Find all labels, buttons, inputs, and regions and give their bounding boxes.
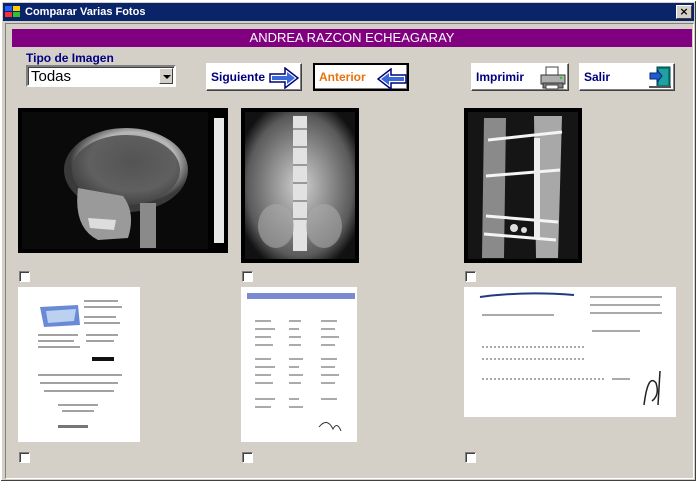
close-button[interactable]: × [676, 5, 692, 19]
title-bar[interactable]: Comparar Varias Fotos × [3, 3, 694, 21]
exit-button-label: Salir [584, 70, 611, 84]
photo-checkbox[interactable] [465, 452, 476, 463]
arrow-right-icon [269, 66, 300, 92]
print-button-label: Imprimir [476, 70, 525, 84]
image-type-value: Todas [31, 68, 72, 85]
exit-door-icon [648, 65, 672, 92]
next-button-label: Siguiente [211, 70, 266, 84]
chevron-down-icon[interactable] [159, 68, 173, 84]
photo-checkbox[interactable] [242, 271, 253, 282]
photo-document-lab-report[interactable] [18, 287, 140, 442]
photo-xray-leg-fixation[interactable] [464, 108, 582, 263]
photo-checkbox[interactable] [242, 452, 253, 463]
photo-xray-skull[interactable] [18, 108, 228, 253]
compare-photos-window: Comparar Varias Fotos × ANDREA RAZCON EC… [0, 0, 697, 482]
photo-checkbox[interactable] [465, 271, 476, 282]
image-type-select[interactable]: Todas [26, 65, 176, 87]
next-button[interactable]: Siguiente [206, 63, 302, 91]
previous-button-label: Anterior [319, 70, 366, 84]
printer-icon [540, 66, 566, 93]
image-type-label: Tipo de Imagen [26, 51, 114, 65]
photo-xray-spine[interactable] [241, 108, 359, 263]
arrow-left-icon [376, 67, 407, 93]
patient-name-banner: ANDREA RAZCON ECHEAGARAY [12, 29, 692, 47]
photo-checkbox[interactable] [19, 452, 30, 463]
previous-button[interactable]: Anterior [313, 63, 409, 91]
photo-document-results-table[interactable] [241, 287, 357, 442]
app-icon [5, 5, 21, 19]
photo-document-receipt[interactable] [464, 287, 676, 417]
window-title: Comparar Varias Fotos [25, 6, 146, 18]
photo-checkbox[interactable] [19, 271, 30, 282]
client-area: ANDREA RAZCON ECHEAGARAY Tipo de Imagen … [5, 23, 694, 479]
exit-button[interactable]: Salir [579, 63, 675, 91]
print-button[interactable]: Imprimir [471, 63, 569, 91]
